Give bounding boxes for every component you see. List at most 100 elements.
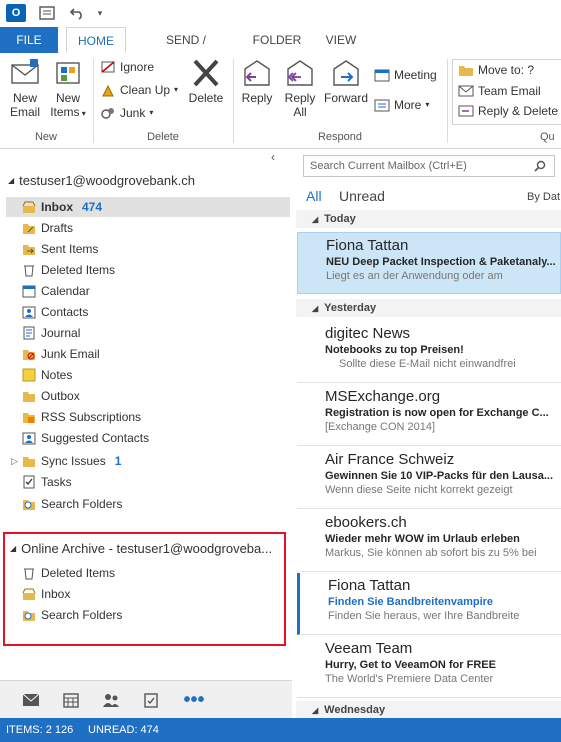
junk-icon — [101, 108, 114, 119]
mail-icon[interactable] — [20, 689, 42, 711]
ribbon: New Email New Items ▾ New Ignore Clean U… — [0, 53, 561, 149]
search-input[interactable]: Search Current Mailbox (Ctrl+E) — [303, 155, 555, 177]
message-item-unread[interactable]: Fiona Tattan Finden Sie Bandbreitenvampi… — [297, 573, 561, 635]
folder-label: Journal — [41, 326, 81, 340]
filter-unread[interactable]: Unread — [339, 188, 385, 204]
account-header[interactable]: ◢ testuser1@woodgrovebank.ch — [8, 173, 195, 188]
archive-folder-deleted-items[interactable]: Deleted Items — [22, 563, 284, 583]
reply-all-button[interactable]: Reply All — [280, 59, 320, 119]
message-item[interactable]: Fiona Tattan NEU Deep Packet Inspection … — [297, 232, 561, 294]
folder-item-rss-subscriptions[interactable]: RSS Subscriptions — [22, 407, 284, 427]
folder-label: Inbox — [41, 200, 73, 214]
folder-item-search-folders[interactable]: Search Folders — [22, 494, 284, 514]
collapse-pane-icon[interactable]: ‹ — [271, 150, 275, 164]
new-items-button[interactable]: New Items ▾ — [48, 59, 88, 121]
message-subject: Wieder mehr WOW im Urlaub erleben — [325, 533, 520, 545]
message-item[interactable]: MSExchange.org Registration is now open … — [297, 384, 561, 446]
folder-item-outbox[interactable]: Outbox — [22, 386, 284, 406]
search-icon[interactable] — [534, 160, 546, 172]
folder-item-drafts[interactable]: Drafts — [22, 218, 284, 238]
group-label: Wednesday — [324, 704, 386, 716]
ignore-button[interactable]: Ignore — [100, 57, 154, 77]
deleted-items-icon — [22, 566, 36, 580]
tab-view[interactable]: VIEW — [318, 27, 364, 53]
archive-folder-inbox[interactable]: Inbox — [22, 584, 284, 604]
account-name: testuser1@woodgrovebank.ch — [19, 173, 195, 188]
message-item[interactable]: Air France Schweiz Gewinnen Sie 10 VIP-P… — [297, 447, 561, 509]
folder-item-junk-email[interactable]: Junk Email — [22, 344, 284, 364]
calendar-icon[interactable] — [60, 689, 82, 711]
delete-button[interactable]: Delete — [184, 59, 228, 105]
filter-all[interactable]: All — [306, 188, 322, 204]
forward-button[interactable]: Forward — [322, 59, 370, 105]
tab-folder[interactable]: FOLDER — [246, 27, 308, 53]
tab-file[interactable]: FILE — [0, 27, 58, 53]
new-email-label: New Email — [9, 91, 40, 119]
quick-step-move-to[interactable]: Move to: ? — [458, 60, 534, 80]
folder-item-tasks[interactable]: Tasks — [22, 472, 284, 492]
more-respond-button[interactable]: More ▾ — [374, 95, 429, 115]
folder-icon — [459, 66, 473, 76]
search-folder-icon — [22, 497, 36, 511]
send-receive-all-icon[interactable] — [38, 4, 56, 22]
folder-label: Calendar — [41, 284, 90, 298]
undo-icon[interactable] — [68, 4, 86, 22]
folder-label: RSS Subscriptions — [41, 410, 142, 424]
quick-access-toolbar: O ▾ — [0, 0, 561, 26]
folder-label: Outbox — [41, 389, 80, 403]
junk-email-icon — [22, 347, 36, 361]
folder-item-journal[interactable]: Journal — [22, 323, 284, 343]
message-preview: [Exchange CON 2014] — [325, 421, 436, 433]
new-items-icon — [56, 62, 80, 84]
meeting-button[interactable]: Meeting — [374, 65, 437, 85]
message-item[interactable]: Veeam Team Hurry, Get to VeeamON for FRE… — [297, 636, 561, 698]
sort-by-date[interactable]: By Dat — [527, 191, 560, 203]
message-subject: Hurry, Get to VeeamON for FREE — [325, 659, 496, 671]
folder-item-sync-issues[interactable]: Sync Issues 1 — [22, 451, 284, 471]
new-email-icon — [11, 59, 39, 84]
group-header-yesterday[interactable]: ◢ Yesterday — [296, 299, 561, 317]
folder-item-contacts[interactable]: Contacts — [22, 302, 284, 322]
calendar-icon — [22, 284, 36, 298]
clean-up-button[interactable]: Clean Up ▾ — [100, 80, 178, 100]
collapse-arrow-icon: ◢ — [312, 215, 319, 224]
folder-item-deleted-items[interactable]: Deleted Items — [22, 260, 284, 280]
group-header-wednesday[interactable]: ◢ Wednesday — [296, 701, 561, 718]
junk-button[interactable]: Junk ▾ — [100, 103, 153, 123]
message-preview: Markus, Sie können ab sofort bis zu 5% b… — [325, 547, 537, 559]
folder-item-inbox[interactable]: Inbox 474 — [6, 197, 290, 217]
more-options-icon[interactable]: ••• — [180, 689, 208, 711]
more-respond-icon — [374, 99, 390, 112]
customize-toolbar-icon[interactable]: ▾ — [94, 4, 106, 22]
collapse-arrow-icon: ◢ — [312, 706, 319, 715]
message-item[interactable]: digitec News Notebooks zu top Preisen! S… — [297, 321, 561, 383]
group-header-today[interactable]: ◢ Today — [296, 210, 561, 228]
quick-step-reply-delete[interactable]: Reply & Delete — [458, 101, 558, 121]
tab-send-receive[interactable]: SEND / RECEIVE — [138, 27, 234, 73]
quick-step-team-email[interactable]: Team Email — [458, 81, 541, 101]
message-item[interactable]: ebookers.ch Wieder mehr WOW im Urlaub er… — [297, 510, 561, 572]
people-icon[interactable] — [100, 689, 122, 711]
folder-label: Drafts — [41, 221, 74, 235]
group-label: Today — [324, 213, 356, 225]
group-delete-label: Delete — [147, 131, 179, 143]
message-subject: Finden Sie Bandbreitenvampire — [328, 596, 494, 608]
reply-icon — [244, 60, 270, 86]
drafts-icon — [22, 221, 36, 235]
folder-item-notes[interactable]: Notes — [22, 365, 284, 385]
tab-home[interactable]: HOME — [66, 27, 126, 53]
expand-arrow-icon[interactable]: ▷ — [11, 456, 18, 467]
folder-item-calendar[interactable]: Calendar — [22, 281, 284, 301]
reply-button[interactable]: Reply — [238, 59, 276, 105]
online-archive-header[interactable]: ◢ Online Archive - testuser1@woodgroveba… — [10, 541, 282, 556]
new-email-button[interactable]: New Email — [4, 59, 46, 119]
folder-label: Deleted Items — [41, 263, 116, 277]
expand-arrow-icon: ◢ — [8, 176, 15, 185]
tasks-icon[interactable] — [140, 689, 162, 711]
folder-item-suggested-contacts[interactable]: Suggested Contacts — [22, 428, 284, 448]
search-placeholder: Search Current Mailbox (Ctrl+E) — [310, 160, 467, 172]
deleted-items-icon — [22, 263, 36, 277]
unread-count: 474 — [82, 200, 103, 214]
folder-item-sent-items[interactable]: Sent Items — [22, 239, 284, 259]
archive-folder-search-folders[interactable]: Search Folders — [22, 605, 284, 625]
